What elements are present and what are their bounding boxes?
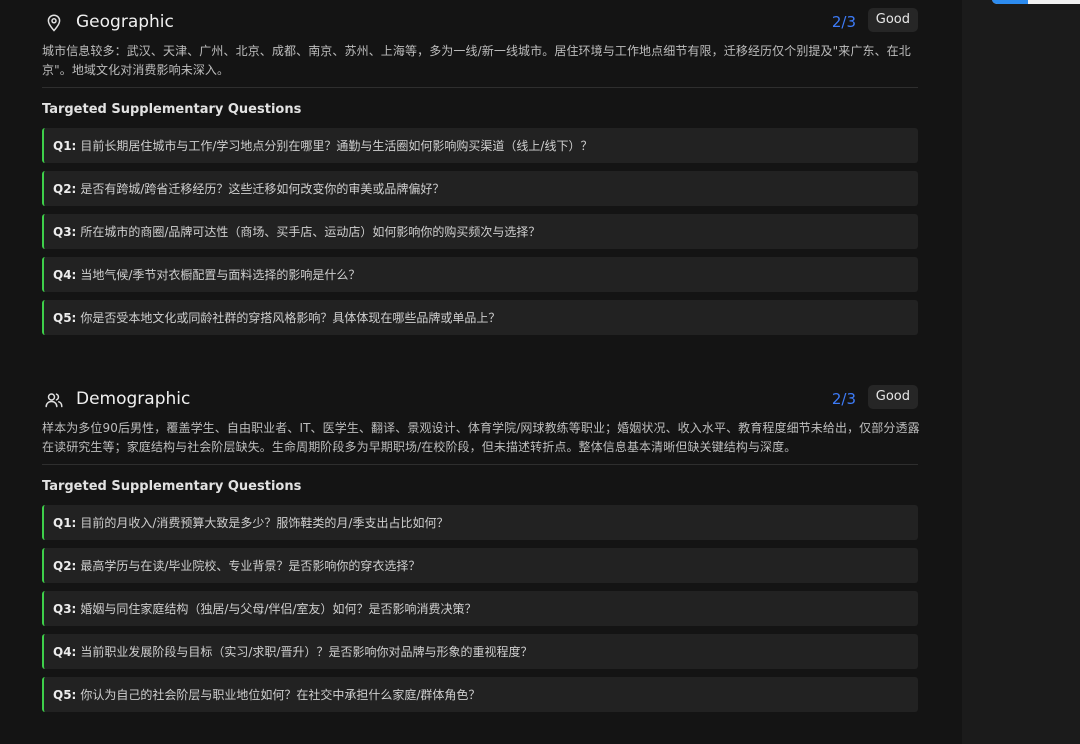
section-demographic: Demographic 2/3 Good 样本为多位90后男性，覆盖学生、自由职…	[42, 385, 920, 720]
users-icon	[44, 390, 64, 410]
section-header: Geographic 2/3 Good	[42, 8, 918, 38]
section-score: 2/3	[831, 13, 856, 31]
question-number: Q1:	[53, 138, 77, 153]
map-pin-icon	[44, 13, 64, 33]
question-text: 当前职业发展阶段与目标（实习/求职/晋升）？是否影响你对品牌与形象的重视程度？	[80, 645, 533, 659]
question-number: Q3:	[53, 224, 77, 239]
question-text: 最高学历与在读/毕业院校、专业背景？是否影响你的穿衣选择？	[80, 559, 421, 573]
question-text: 目前长期居住城市与工作/学习地点分别在哪里？通勤与生活圈如何影响购买渠道（线上/…	[80, 139, 593, 153]
question-text: 是否有跨城/跨省迁移经历？这些迁移如何改变你的审美或品牌偏好？	[80, 182, 445, 196]
questions-heading: Targeted Supplementary Questions	[42, 479, 302, 494]
question-text: 婚姻与同住家庭结构（独居/与父母/伴侣/室友）如何？是否影响消费决策？	[80, 602, 477, 616]
question-number: Q4:	[53, 644, 77, 659]
section-geographic: Geographic 2/3 Good 城市信息较多：武汉、天津、广州、北京、成…	[42, 8, 918, 343]
question-number: Q4:	[53, 267, 77, 282]
report-panel: Geographic 2/3 Good 城市信息较多：武汉、天津、广州、北京、成…	[0, 0, 962, 744]
question-item[interactable]: Q4: 当地气候/季节对衣橱配置与面料选择的影响是什么？	[42, 257, 918, 292]
toggle-control[interactable]	[992, 0, 1080, 4]
status-badge: Good	[867, 8, 918, 32]
questions-heading: Targeted Supplementary Questions	[42, 102, 302, 117]
section-header: Demographic 2/3 Good	[42, 385, 918, 415]
question-number: Q2:	[53, 558, 77, 573]
question-item[interactable]: Q2: 最高学历与在读/毕业院校、专业背景？是否影响你的穿衣选择？	[42, 548, 918, 583]
section-description: 城市信息较多：武汉、天津、广州、北京、成都、南京、苏州、上海等，多为一线/新一线…	[42, 44, 911, 77]
section-title: Demographic	[76, 389, 191, 409]
question-text: 你认为自己的社会阶层与职业地位如何？在社交中承担什么家庭/群体角色？	[80, 688, 481, 702]
toggle-fill	[992, 0, 1028, 4]
question-number: Q2:	[53, 181, 77, 196]
question-list: Q1: 目前长期居住城市与工作/学习地点分别在哪里？通勤与生活圈如何影响购买渠道（…	[42, 128, 918, 335]
section-title: Geographic	[76, 12, 174, 32]
question-number: Q3:	[53, 601, 77, 616]
status-badge: Good	[867, 385, 918, 409]
question-item[interactable]: Q5: 你是否受本地文化或同龄社群的穿搭风格影响？具体体现在哪些品牌或单品上？	[42, 300, 918, 335]
question-number: Q5:	[53, 687, 77, 702]
question-number: Q1:	[53, 515, 77, 530]
question-item[interactable]: Q3: 婚姻与同住家庭结构（独居/与父母/伴侣/室友）如何？是否影响消费决策？	[42, 591, 918, 626]
section-description: 样本为多位90后男性，覆盖学生、自由职业者、IT、医学生、翻译、景观设计、体育学…	[42, 421, 920, 454]
question-item[interactable]: Q3: 所在城市的商圈/品牌可达性（商场、买手店、运动店）如何影响你的购买频次与选…	[42, 214, 918, 249]
divider	[42, 87, 918, 88]
question-item[interactable]: Q2: 是否有跨城/跨省迁移经历？这些迁移如何改变你的审美或品牌偏好？	[42, 171, 918, 206]
question-text: 所在城市的商圈/品牌可达性（商场、买手店、运动店）如何影响你的购买频次与选择？	[80, 225, 541, 239]
question-number: Q5:	[53, 310, 77, 325]
divider	[42, 464, 918, 465]
question-text: 当地气候/季节对衣橱配置与面料选择的影响是什么？	[80, 268, 361, 282]
right-panel	[962, 0, 1080, 744]
question-item[interactable]: Q1: 目前的月收入/消费预算大致是多少？服饰鞋类的月/季支出占比如何？	[42, 505, 918, 540]
question-text: 目前的月收入/消费预算大致是多少？服饰鞋类的月/季支出占比如何？	[80, 516, 449, 530]
question-item[interactable]: Q5: 你认为自己的社会阶层与职业地位如何？在社交中承担什么家庭/群体角色？	[42, 677, 918, 712]
question-item[interactable]: Q4: 当前职业发展阶段与目标（实习/求职/晋升）？是否影响你对品牌与形象的重视程…	[42, 634, 918, 669]
question-text: 你是否受本地文化或同龄社群的穿搭风格影响？具体体现在哪些品牌或单品上？	[80, 311, 501, 325]
section-score: 2/3	[831, 390, 856, 408]
question-item[interactable]: Q1: 目前长期居住城市与工作/学习地点分别在哪里？通勤与生活圈如何影响购买渠道（…	[42, 128, 918, 163]
question-list: Q1: 目前的月收入/消费预算大致是多少？服饰鞋类的月/季支出占比如何？ Q2: 最…	[42, 505, 918, 712]
